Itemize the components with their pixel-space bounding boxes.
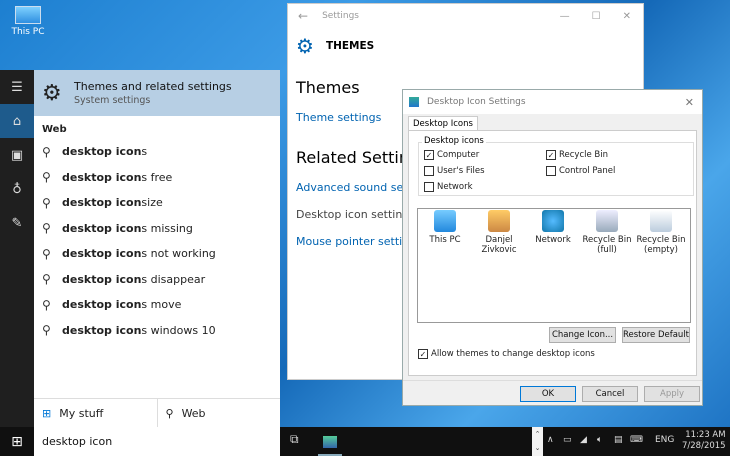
preview-icon[interactable]: This PC xyxy=(417,210,473,245)
clock[interactable]: 11:23 AM 7/28/2015 xyxy=(682,430,726,452)
battery-icon[interactable]: ▭ xyxy=(563,435,572,445)
checkbox-user-s-files[interactable]: User's Files xyxy=(424,166,485,176)
search-icon: ⚲ xyxy=(42,144,51,159)
tab-desktop-icons[interactable]: Desktop Icons xyxy=(408,116,478,131)
volume-icon[interactable]: 🔈︎ xyxy=(597,435,602,445)
suggestion-item[interactable]: ⚲ desktop icon s free xyxy=(34,165,280,191)
search-box[interactable]: desktop icon xyxy=(34,427,280,456)
search-icon: ⚲ xyxy=(42,272,51,287)
checkbox-recycle-bin[interactable]: ✓ Recycle Bin xyxy=(546,150,608,160)
apply-button[interactable]: Apply xyxy=(644,386,700,402)
suggestion-item[interactable]: ⚲ desktop icon s disappear xyxy=(34,267,280,293)
notebook-icon[interactable]: ▣ xyxy=(0,138,34,172)
language-indicator[interactable]: ENG xyxy=(655,435,674,445)
checkbox-network[interactable]: Network xyxy=(424,182,473,192)
back-icon[interactable]: ← xyxy=(298,9,308,23)
gear-icon: ⚙ xyxy=(42,80,62,106)
search-icon: ⚲ xyxy=(42,323,51,338)
checkbox-control-panel[interactable]: Control Panel xyxy=(546,166,615,176)
preview-icon[interactable]: Recycle Bin (full) xyxy=(579,210,635,255)
windows-icon: ⊞ xyxy=(42,406,52,420)
ok-button[interactable]: OK xyxy=(520,386,576,402)
close-button[interactable]: ✕ xyxy=(685,96,694,109)
icon-graphic xyxy=(434,210,456,232)
home-icon[interactable]: ⌂ xyxy=(0,104,34,138)
task-view-icon[interactable]: ⧉ xyxy=(290,432,299,447)
chevron-up-icon[interactable]: ∧ xyxy=(547,435,554,445)
maximize-button[interactable]: ☐ xyxy=(592,11,601,22)
notifications-icon[interactable]: ▤ xyxy=(614,435,623,445)
monitor-icon xyxy=(15,6,41,24)
icon-graphic xyxy=(650,210,672,232)
suggestion-item[interactable]: ⚲ desktop icon s move xyxy=(34,292,280,318)
dialog-app-icon xyxy=(409,97,419,107)
search-icon: ⚲ xyxy=(42,170,51,185)
change-icon-button[interactable]: Change Icon... xyxy=(549,327,616,343)
taskbar-app-display-settings[interactable] xyxy=(318,430,342,456)
icon-graphic xyxy=(488,210,510,232)
checkbox-computer[interactable]: ✓ Computer xyxy=(424,150,479,160)
web-button[interactable]: ⚲ Web xyxy=(156,399,281,427)
search-icon: ⚲ xyxy=(42,195,51,210)
wifi-icon[interactable]: ◢ xyxy=(580,435,587,445)
web-header: Web xyxy=(42,124,67,135)
restore-default-button[interactable]: Restore Default xyxy=(622,327,690,343)
gear-icon: ⚙ xyxy=(296,34,314,58)
hamburger-icon[interactable]: ☰ xyxy=(0,70,34,104)
search-icon: ⚲ xyxy=(165,406,174,420)
cancel-button[interactable]: Cancel xyxy=(582,386,638,402)
preview-icon[interactable]: Network xyxy=(525,210,581,245)
cortana-sidebar: ☰ ⌂ ▣ ♁ ✎ xyxy=(0,70,34,427)
lightbulb-icon[interactable]: ♁ xyxy=(0,172,34,206)
start-button[interactable]: ⊞ xyxy=(0,427,34,456)
my-stuff-button[interactable]: ⊞ My stuff xyxy=(34,399,157,427)
search-icon: ⚲ xyxy=(42,246,51,261)
suggestion-item[interactable]: ⚲ desktop icon size xyxy=(34,190,280,216)
suggestion-item[interactable]: ⚲ desktop icon s not working xyxy=(34,241,280,267)
icon-graphic xyxy=(542,210,564,232)
minimize-button[interactable]: — xyxy=(560,11,570,22)
allow-themes-checkbox[interactable]: ✓ Allow themes to change desktop icons xyxy=(418,349,595,359)
keyboard-icon[interactable]: ⌨ xyxy=(630,435,643,445)
search-icon: ⚲ xyxy=(42,297,51,312)
desktop-icon-this-pc[interactable]: This PC xyxy=(6,6,50,37)
suggestion-item[interactable]: ⚲ desktop icon s windows 10 xyxy=(34,318,280,344)
icon-graphic xyxy=(596,210,618,232)
taskbar-scroll[interactable]: ⌃ ⌄ xyxy=(532,427,543,456)
preview-icon[interactable]: Recycle Bin (empty) xyxy=(633,210,689,255)
suggestion-item[interactable]: ⚲ desktop icon s xyxy=(34,139,280,165)
best-match-result[interactable]: ⚙ Themes and related settings System sett… xyxy=(34,70,280,116)
preview-icon[interactable]: Danjel Zivkovic xyxy=(471,210,527,255)
search-results-panel: ⚙ Themes and related settings System sett… xyxy=(34,70,280,398)
suggestion-item[interactable]: ⚲ desktop icon s missing xyxy=(34,216,280,242)
display-icon xyxy=(323,436,337,448)
search-icon: ⚲ xyxy=(42,221,51,236)
feedback-icon[interactable]: ✎ xyxy=(0,206,34,240)
close-button[interactable]: ✕ xyxy=(623,11,631,22)
